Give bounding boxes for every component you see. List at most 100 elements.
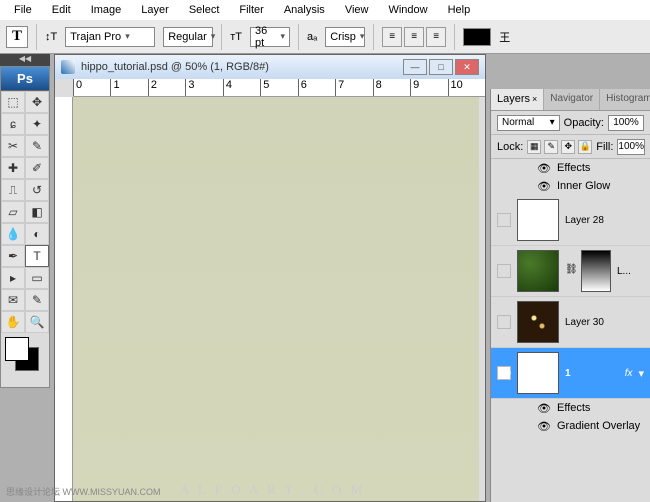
close-button[interactable]: ✕ [455, 59, 479, 75]
layer-name[interactable]: Layer 28 [565, 215, 604, 226]
layer-row[interactable]: ⛓ L... [491, 246, 650, 297]
path-select-tool[interactable]: ▸ [1, 267, 25, 289]
layer-name[interactable]: L... [617, 266, 631, 277]
text-tool[interactable]: T [25, 245, 49, 267]
minimize-button[interactable]: — [403, 59, 427, 75]
slice-tool[interactable]: ✎ [25, 135, 49, 157]
history-brush-tool[interactable]: ↺ [25, 179, 49, 201]
foreground-color[interactable] [5, 337, 29, 361]
current-tool-icon[interactable]: T [6, 26, 28, 48]
layer-row[interactable]: Layer 28 [491, 195, 650, 246]
font-family-dropdown[interactable]: Trajan Pro [65, 27, 155, 47]
layer-list: 👁 Effects 👁 Inner Glow Layer 28 ⛓ L... [491, 159, 650, 435]
align-left-button[interactable]: ≡ [382, 27, 402, 47]
eye-icon[interactable]: 👁 [537, 401, 551, 415]
toolbox-collapse[interactable]: ◀◀ [0, 54, 50, 66]
canvas[interactable] [73, 97, 479, 501]
ruler-mark: 7 [335, 79, 372, 96]
tab-histogram[interactable]: Histogram [600, 89, 650, 110]
eyedropper-tool[interactable]: ✎ [25, 289, 49, 311]
ruler-vertical[interactable] [55, 97, 73, 501]
zoom-tool[interactable]: 🔍 [25, 311, 49, 333]
blur-tool[interactable]: 💧 [1, 223, 25, 245]
visibility-toggle[interactable] [497, 315, 511, 329]
align-right-button[interactable]: ≡ [426, 27, 446, 47]
eye-icon[interactable]: 👁 [537, 419, 551, 433]
visibility-toggle[interactable]: 👁 [497, 366, 511, 380]
menu-image[interactable]: Image [81, 1, 132, 19]
layer-thumbnail[interactable] [517, 301, 559, 343]
align-group: ≡ ≡ ≡ [382, 27, 446, 47]
text-color-swatch[interactable] [463, 28, 491, 46]
document-titlebar[interactable]: hippo_tutorial.psd @ 50% (1, RGB/8#) — □… [55, 55, 485, 79]
eye-icon[interactable]: 👁 [537, 179, 551, 193]
menu-help[interactable]: Help [438, 1, 481, 19]
stamp-tool[interactable]: ⎍ [1, 179, 25, 201]
pen-tool[interactable]: ✒ [1, 245, 25, 267]
ruler-mark: 0 [73, 79, 110, 96]
maximize-button[interactable]: □ [429, 59, 453, 75]
menu-window[interactable]: Window [378, 1, 437, 19]
menu-layer[interactable]: Layer [131, 1, 179, 19]
wand-tool[interactable]: ✦ [25, 113, 49, 135]
font-size-dropdown[interactable]: 36 pt [250, 27, 290, 47]
crop-tool[interactable]: ✂ [1, 135, 25, 157]
visibility-toggle[interactable] [497, 213, 511, 227]
font-style-dropdown[interactable]: Regular [163, 27, 213, 47]
menu-file[interactable]: File [4, 1, 42, 19]
heal-tool[interactable]: ✚ [1, 157, 25, 179]
layer-name[interactable]: 1 [565, 368, 571, 379]
layer-name[interactable]: Layer 30 [565, 317, 604, 328]
menu-edit[interactable]: Edit [42, 1, 81, 19]
menu-filter[interactable]: Filter [229, 1, 273, 19]
menu-view[interactable]: View [335, 1, 379, 19]
notes-tool[interactable]: ✉ [1, 289, 25, 311]
app-logo: Ps [1, 67, 49, 91]
text-orientation-button[interactable]: ↕T [45, 31, 57, 43]
effects-header[interactable]: 👁 Effects [491, 159, 650, 177]
shape-tool[interactable]: ▭ [25, 267, 49, 289]
layer-thumbnail[interactable] [517, 199, 559, 241]
layer-mask-thumbnail[interactable] [581, 250, 611, 292]
lock-move-icon[interactable]: ✥ [561, 140, 575, 154]
chevron-down-icon[interactable]: ▾ [638, 367, 644, 380]
effect-gradient-overlay[interactable]: 👁 Gradient Overlay [491, 417, 650, 435]
menu-analysis[interactable]: Analysis [274, 1, 335, 19]
opacity-input[interactable]: 100% [608, 115, 644, 131]
eraser-tool[interactable]: ▱ [1, 201, 25, 223]
blend-mode-dropdown[interactable]: Normal [497, 115, 560, 131]
eye-icon[interactable]: 👁 [537, 161, 551, 175]
align-center-button[interactable]: ≡ [404, 27, 424, 47]
document-title: hippo_tutorial.psd @ 50% (1, RGB/8#) [81, 61, 269, 73]
effects-header[interactable]: 👁 Effects [491, 399, 650, 417]
fill-input[interactable]: 100% [617, 139, 645, 155]
tab-layers[interactable]: Layers× [491, 89, 544, 110]
tab-navigator[interactable]: Navigator [544, 89, 600, 110]
effect-inner-glow[interactable]: 👁 Inner Glow [491, 177, 650, 195]
lasso-tool[interactable]: ɕ [1, 113, 25, 135]
layer-row[interactable]: Layer 30 [491, 297, 650, 348]
ruler-mark: 5 [260, 79, 297, 96]
ruler-mark: 6 [298, 79, 335, 96]
effects-label: Effects [557, 162, 590, 174]
layer-row-selected[interactable]: 👁 1 fx ▾ [491, 348, 650, 399]
gradient-tool[interactable]: ◧ [25, 201, 49, 223]
fx-badge[interactable]: fx [625, 368, 633, 379]
ruler-horizontal[interactable]: 0 1 2 3 4 5 6 7 8 9 10 [73, 79, 485, 97]
link-icon[interactable]: ⛓ [565, 264, 575, 278]
font-size-icon: тT [230, 31, 242, 43]
dodge-tool[interactable]: ◐ [25, 223, 49, 245]
layer-thumbnail[interactable] [517, 352, 559, 394]
lock-all-icon[interactable]: 🔒 [578, 140, 592, 154]
lock-brush-icon[interactable]: ✎ [544, 140, 558, 154]
lock-transparency-icon[interactable]: ▦ [527, 140, 541, 154]
hand-tool[interactable]: ✋ [1, 311, 25, 333]
antialias-dropdown[interactable]: Crisp [325, 27, 365, 47]
warp-text-button[interactable]: 王 [499, 29, 510, 45]
menu-select[interactable]: Select [179, 1, 230, 19]
marquee-tool[interactable]: ⬚ [1, 91, 25, 113]
visibility-toggle[interactable] [497, 264, 511, 278]
brush-tool[interactable]: ✐ [25, 157, 49, 179]
layer-thumbnail[interactable] [517, 250, 559, 292]
move-tool[interactable]: ✥ [25, 91, 49, 113]
